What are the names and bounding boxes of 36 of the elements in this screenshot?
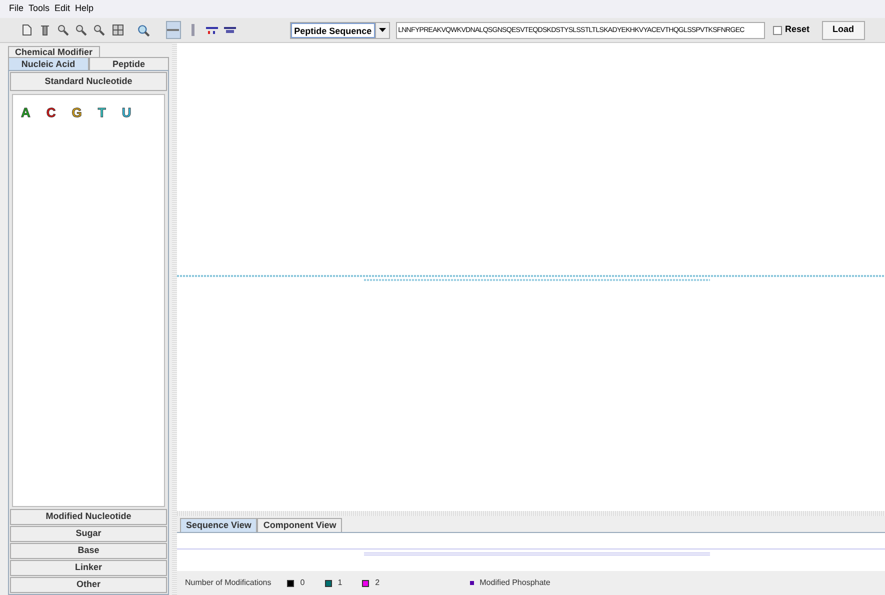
magnifier-icon [93,24,106,36]
dropdown-arrow-icon [379,28,386,32]
tab[interactable]: Component View [257,518,342,532]
tab[interactable]: Nucleic Acid [8,57,88,70]
legend-label: 0 [300,577,305,589]
magnifier-icon [137,24,150,36]
menu-item[interactable]: Help [75,2,94,16]
nucleotide-symbol[interactable]: C [46,103,56,122]
legend-label: 1 [338,577,342,589]
sequence-type-dropdown[interactable]: Peptide Sequence [290,22,390,38]
legend-label: Modified Phosphate [480,577,550,589]
tab[interactable]: Chemical Modifier [8,46,100,57]
menu-item[interactable]: Tools [28,2,50,16]
section-header[interactable]: Sugar [10,526,167,542]
section-header[interactable]: Modified Nucleotide [10,509,167,525]
legend-title: Number of Modifications [185,577,272,589]
section-header[interactable]: Standard Nucleotide [10,72,167,91]
menu-item[interactable]: Edit [54,2,70,16]
magnifier-icon [75,24,88,36]
load-button[interactable]: Load [822,20,866,40]
grid-icon [112,24,124,36]
reset-label: Reset [785,23,810,36]
tab[interactable]: Peptide [88,57,169,70]
tab[interactable]: Sequence View [180,518,258,532]
reset-checkbox[interactable] [773,26,782,34]
legend-label: 2 [375,577,380,589]
layout-toggle[interactable] [166,21,182,39]
section-header[interactable]: Base [10,543,167,559]
section-header[interactable]: Linker [10,560,167,576]
magnifier-icon [57,24,70,36]
bars-icon [206,24,218,36]
menu-item[interactable]: File [9,2,24,16]
trash-icon [39,24,52,36]
document-icon [21,24,34,36]
section-header[interactable]: Other [10,577,167,593]
blocks-icon [224,24,236,36]
